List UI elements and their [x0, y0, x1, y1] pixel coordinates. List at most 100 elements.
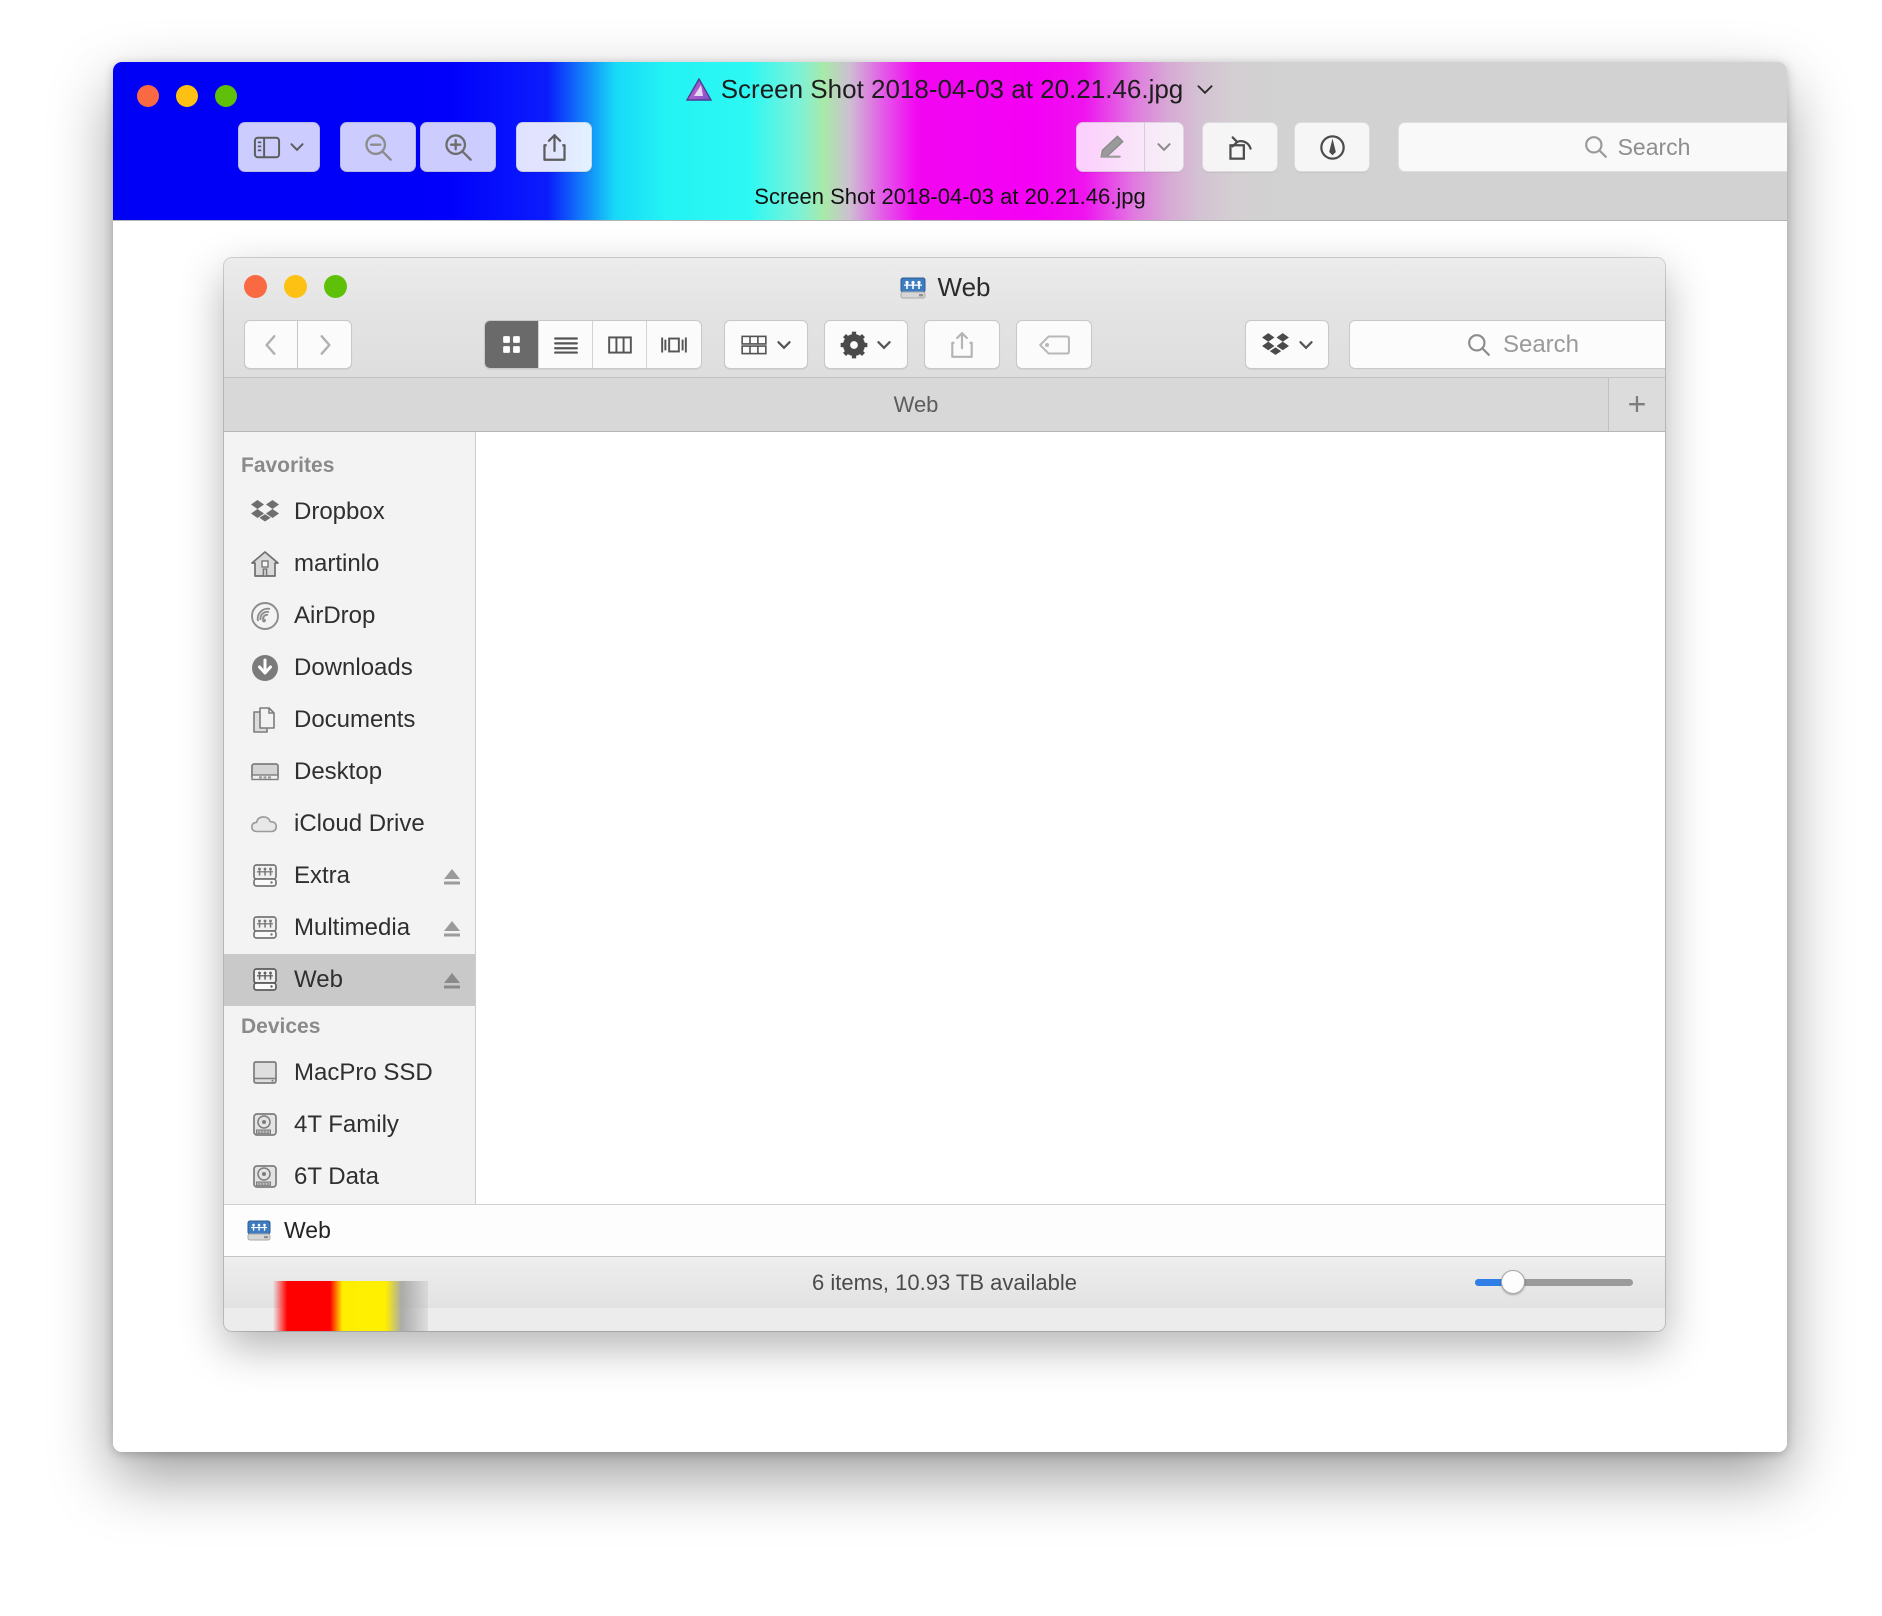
markup-dropdown-area[interactable]	[1145, 123, 1183, 171]
tab-label: Web	[893, 391, 939, 417]
preview-toolbar: Search	[113, 122, 1787, 174]
finder-search-field[interactable]: Search	[1349, 320, 1665, 369]
sidebar-item-label: AirDrop	[294, 602, 376, 629]
sidebar-item-martinlo[interactable]: martinlo	[224, 538, 475, 590]
hdd-icon	[250, 1110, 280, 1140]
sidebar-item-macpro-ssd[interactable]: MacPro SSD	[224, 1047, 475, 1099]
sidebar-item-downloads[interactable]: Downloads	[224, 642, 475, 694]
chevron-down-icon	[1156, 142, 1172, 152]
sidebar-item-multimedia[interactable]: Multimedia	[224, 902, 475, 954]
slider-knob[interactable]	[1501, 1270, 1525, 1294]
eject-icon[interactable]	[441, 865, 463, 887]
rotate-left-icon	[1226, 133, 1255, 162]
documents-icon	[250, 705, 280, 735]
preview-title-text: Screen Shot 2018-04-03 at 20.21.46.jpg	[720, 74, 1184, 104]
share-icon	[949, 331, 975, 359]
sidebar-item-label: MacPro SSD	[294, 1059, 433, 1086]
grid-icon	[500, 333, 523, 356]
coverflow-icon	[660, 335, 688, 355]
chevron-down-icon[interactable]	[1196, 84, 1214, 95]
cloud-icon	[250, 809, 280, 839]
sidebar-item-label: Extra	[294, 862, 351, 889]
eject-icon[interactable]	[441, 917, 463, 939]
network-drive-icon	[250, 965, 280, 995]
arrange-button[interactable]	[724, 320, 808, 369]
view-mode-segmented-control[interactable]	[484, 320, 702, 369]
tag-icon	[1038, 334, 1070, 356]
sidebar-item-desktop[interactable]: Desktop	[224, 746, 475, 798]
finder-path-bar[interactable]: Web	[224, 1204, 1665, 1256]
sidebar-section-header-favorites: Favorites	[241, 454, 335, 477]
dropbox-icon	[250, 497, 280, 527]
eject-icon[interactable]	[441, 969, 463, 991]
chevron-down-icon	[1298, 340, 1314, 350]
markup-pen-icon	[1097, 134, 1125, 160]
column-view-button[interactable]	[593, 321, 647, 368]
back-button[interactable]	[244, 320, 298, 369]
action-menu-button[interactable]	[824, 320, 908, 369]
dropbox-button[interactable]	[1245, 320, 1329, 369]
finder-status-bar: 6 items, 10.93 TB available	[224, 1256, 1665, 1308]
rotate-button[interactable]	[1202, 122, 1278, 172]
sidebar-item-icloud-drive[interactable]: iCloud Drive	[224, 798, 475, 850]
icon-view-button[interactable]	[485, 321, 539, 368]
network-drive-icon	[250, 861, 280, 891]
finder-tab-bar: Web +	[224, 378, 1665, 432]
status-text: 6 items, 10.93 TB available	[812, 1269, 1077, 1295]
finder-file-area[interactable]	[476, 432, 1665, 1204]
sidebar-section-header-devices: Devices	[241, 1015, 321, 1038]
zoom-in-button[interactable]	[420, 122, 496, 172]
sidebar-item-label: Dropbox	[294, 498, 385, 525]
share-icon	[541, 133, 568, 162]
sidebar-item-4t-family[interactable]: 4T Family	[224, 1099, 475, 1151]
preview-subtitle-text: Screen Shot 2018-04-03 at 20.21.46.jpg	[754, 184, 1146, 209]
annotate-button[interactable]	[1294, 122, 1370, 172]
coverflow-view-button[interactable]	[647, 321, 701, 368]
finder-sidebar[interactable]: Favorites Dropbox martinlo AirDrop Downl…	[224, 432, 476, 1204]
tag-button[interactable]	[1016, 320, 1092, 369]
sidebar-item-dropbox[interactable]: Dropbox	[224, 486, 475, 538]
preview-document-subtitle: Screen Shot 2018-04-03 at 20.21.46.jpg	[113, 174, 1787, 221]
sidebar-item-label: Multimedia	[294, 914, 411, 941]
affinity-photo-icon	[685, 77, 712, 102]
network-drive-icon	[899, 275, 927, 301]
zoom-out-icon	[363, 132, 393, 162]
markup-button[interactable]	[1076, 122, 1184, 172]
downloads-icon	[250, 653, 280, 683]
sidebar-item-documents[interactable]: Documents	[224, 694, 475, 746]
sidebar-item-6t-data[interactable]: 6T Data	[224, 1151, 475, 1203]
preview-title-bar: Screen Shot 2018-04-03 at 20.21.46.jpg	[113, 74, 1787, 105]
list-icon	[553, 335, 579, 355]
sidebar-toggle-icon	[253, 136, 281, 159]
forward-button[interactable]	[298, 320, 352, 369]
markup-pen-area[interactable]	[1077, 123, 1145, 171]
hdd-icon	[250, 1162, 280, 1192]
share-button[interactable]	[924, 320, 1000, 369]
sidebar-item-label: 6T Data	[294, 1163, 379, 1190]
plus-icon: +	[1627, 386, 1647, 422]
new-tab-button[interactable]: +	[1609, 378, 1665, 431]
columns-icon	[607, 335, 633, 355]
tab-web[interactable]: Web	[224, 378, 1609, 431]
zoom-out-button[interactable]	[340, 122, 416, 172]
sidebar-toggle-button[interactable]	[238, 122, 320, 172]
list-view-button[interactable]	[539, 321, 593, 368]
sidebar-item-extra[interactable]: Extra	[224, 850, 475, 902]
preview-titlebar: Screen Shot 2018-04-03 at 20.21.46.jpg S…	[113, 62, 1787, 174]
sidebar-item-airdrop[interactable]: AirDrop	[224, 590, 475, 642]
share-button[interactable]	[516, 122, 592, 172]
finder-window: Web Search Web + Favorites Dropbox marti…	[224, 258, 1665, 1331]
icon-size-slider[interactable]	[1475, 1270, 1633, 1294]
finder-search-placeholder: Search	[1502, 330, 1580, 358]
chevron-right-icon	[316, 333, 334, 357]
chevron-down-icon	[776, 340, 792, 350]
sidebar-item-label: Documents	[294, 706, 416, 733]
preview-search-field[interactable]: Search	[1398, 122, 1787, 172]
sidebar-item-label: iCloud Drive	[294, 810, 425, 837]
sidebar-item-web[interactable]: Web	[224, 954, 475, 1006]
path-bar-label: Web	[284, 1217, 331, 1243]
chevron-down-icon	[289, 142, 305, 152]
network-drive-icon	[246, 1219, 272, 1243]
sidebar-item-8t-backup[interactable]: 8T Backup	[224, 1203, 475, 1204]
arrange-grid-icon	[740, 334, 768, 356]
